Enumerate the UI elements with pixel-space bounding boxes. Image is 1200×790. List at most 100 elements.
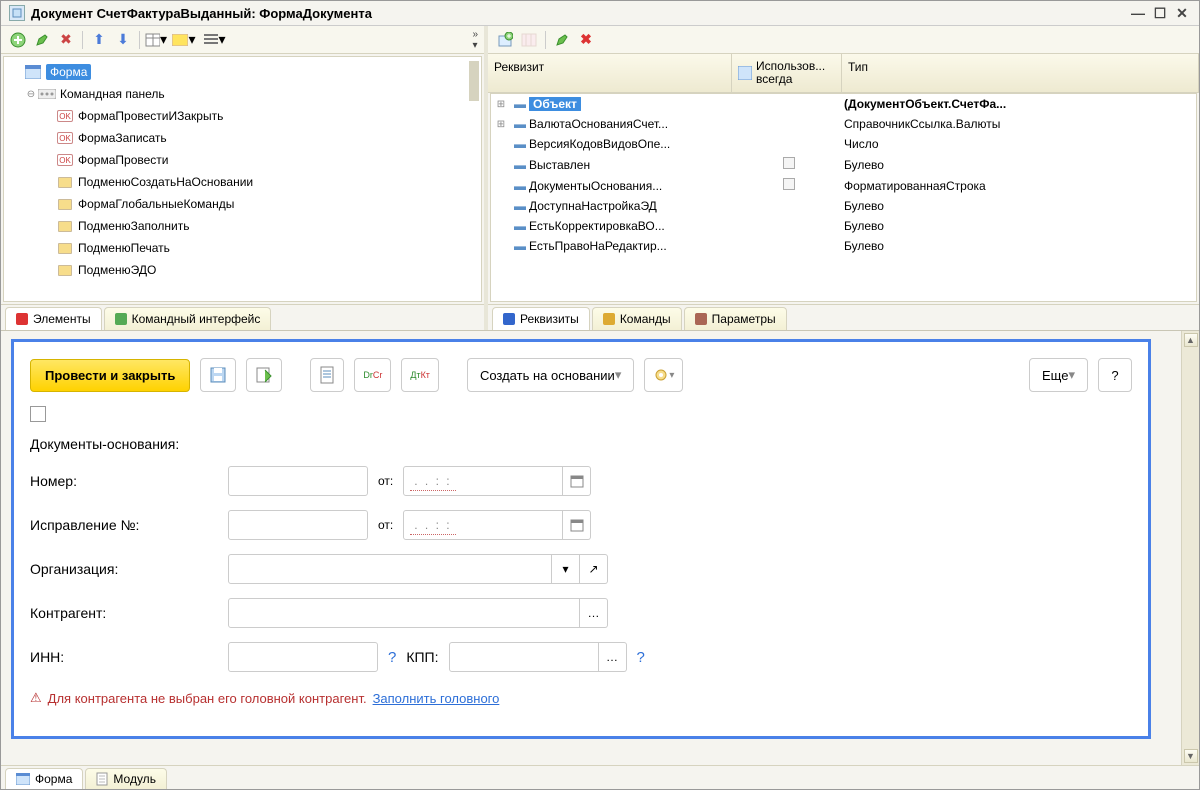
attr-use-always[interactable] [734, 157, 844, 172]
titlebar: Документ СчетФактураВыданный: ФормаДокум… [1, 1, 1199, 26]
elements-tree[interactable]: Форма ⊖ Командная панель OKФормаПровести… [3, 56, 482, 302]
edit-attr-icon[interactable] [551, 29, 573, 51]
submit-and-close-button[interactable]: Провести и закрыть [30, 359, 190, 392]
tab-module[interactable]: Модуль [85, 768, 167, 789]
ok-icon: OK [57, 154, 73, 166]
posted-checkbox[interactable] [30, 406, 46, 422]
attribute-row[interactable]: ▬ЕстьПравоНаРедактир...Булево [491, 236, 1196, 256]
col-always-use[interactable]: Использов... всегда [732, 54, 842, 92]
report-button[interactable] [310, 358, 344, 392]
attribute-row[interactable]: ⊞▬ВалютаОснованияСчет...СправочникСсылка… [491, 114, 1196, 134]
columns-icon[interactable] [518, 29, 540, 51]
expander-icon[interactable]: ⊞ [491, 99, 511, 110]
dropdown-button[interactable]: ▾ [552, 554, 580, 584]
edit-icon[interactable] [31, 29, 53, 51]
number-input[interactable] [228, 466, 368, 496]
calendar-button-2[interactable] [563, 510, 591, 540]
tree-label: ФормаГлобальныеКоманды [78, 197, 234, 211]
col-type[interactable]: Тип [842, 54, 1199, 92]
attribute-row[interactable]: ⊞▬Объект(ДокументОбъект.СчетФа... [491, 94, 1196, 114]
top-splitter: ✖ ⬆ ⬇ ▾ ▾ ▾ »▾ Форм [1, 26, 1199, 331]
highlight-icon[interactable]: ▾ [169, 29, 199, 51]
tab-form[interactable]: Форма [5, 768, 83, 789]
docs-basis-row: Документы-основания: [30, 436, 1132, 452]
tab-commands[interactable]: Команды [592, 307, 682, 330]
attribute-row[interactable]: ▬ДокументыОснования...ФорматированнаяСтр… [491, 175, 1196, 196]
tree-item[interactable]: OKФормаПровестиИЗакрыть [8, 105, 477, 127]
attributes-grid-header: Реквизит Использов... всегда Тип [488, 54, 1199, 93]
kpp-input[interactable] [449, 642, 599, 672]
dt-kt-button[interactable]: ДтКт [401, 358, 439, 392]
tree-item[interactable]: OKФормаЗаписать [8, 127, 477, 149]
settings-dropdown-button[interactable]: ▾ [644, 358, 683, 392]
delete-attr-icon[interactable]: ✖ [575, 29, 597, 51]
main-window: Документ СчетФактураВыданный: ФормаДокум… [0, 0, 1200, 790]
move-down-icon[interactable]: ⬇ [112, 29, 134, 51]
list-icon[interactable]: ▾ [201, 29, 229, 51]
attributes-grid[interactable]: ⊞▬Объект(ДокументОбъект.СчетФа...⊞▬Валют… [490, 93, 1197, 302]
organization-label: Организация: [30, 561, 218, 577]
tree-item[interactable]: ПодменюЭДО [8, 259, 477, 281]
tab-elements[interactable]: Элементы [5, 307, 102, 330]
more-button[interactable]: Еще ▾ [1029, 358, 1088, 392]
tab-command-interface[interactable]: Командный интерфейс [104, 307, 272, 330]
attr-use-always[interactable] [734, 178, 844, 193]
create-based-on-button[interactable]: Создать на основании ▾ [467, 358, 634, 392]
number-row: Номер: от: . . : : [30, 466, 1132, 496]
form-preview: Провести и закрыть DrCr ДтКт Создать на … [11, 339, 1151, 739]
checkbox-row [30, 406, 1132, 422]
inn-help-link[interactable]: ? [388, 649, 396, 666]
add-attr-icon[interactable] [494, 29, 516, 51]
counterparty-combo: … [228, 598, 608, 628]
dash-icon: ▬ [511, 158, 529, 172]
save-button[interactable] [200, 358, 236, 392]
add-icon[interactable] [7, 29, 29, 51]
tab-parameters[interactable]: Параметры [684, 307, 787, 330]
correction-label: Исправление №: [30, 517, 218, 533]
scroll-up-icon[interactable]: ▲ [1184, 333, 1198, 347]
move-up-icon[interactable]: ⬆ [88, 29, 110, 51]
col-attribute[interactable]: Реквизит [488, 54, 732, 92]
tree-item[interactable]: ПодменюЗаполнить [8, 215, 477, 237]
attribute-row[interactable]: ▬ДоступнаНастройкаЭДБулево [491, 196, 1196, 216]
attribute-row[interactable]: ▬ВерсияКодовВидовОпе...Число [491, 134, 1196, 154]
table-icon[interactable]: ▾ [145, 29, 167, 51]
expander-icon[interactable]: ⊖ [24, 89, 38, 100]
preview-scrollbar[interactable]: ▲ ▼ [1181, 331, 1199, 765]
counterparty-input[interactable] [228, 598, 580, 628]
dr-cr-button[interactable]: DrCr [354, 358, 391, 392]
kpp-select-button[interactable]: … [599, 642, 627, 672]
calendar-icon [570, 518, 584, 532]
counterparty-row: Контрагент: … [30, 598, 1132, 628]
tree-item[interactable]: ФормаГлобальныеКоманды [8, 193, 477, 215]
tree-command-panel[interactable]: ⊖ Командная панель [8, 83, 477, 105]
tree-item[interactable]: OKФормаПровести [8, 149, 477, 171]
tree-root-form[interactable]: Форма [8, 61, 477, 83]
post-icon [255, 366, 273, 384]
scroll-down-icon[interactable]: ▼ [1184, 749, 1198, 763]
maximize-button[interactable]: ☐ [1151, 5, 1169, 21]
fill-parent-link[interactable]: Заполнить головного [373, 691, 500, 706]
minimize-button[interactable]: — [1129, 5, 1147, 21]
ok-icon: OK [57, 110, 73, 122]
tree-item[interactable]: ПодменюПечать [8, 237, 477, 259]
close-button[interactable]: ✕ [1173, 5, 1191, 21]
delete-icon[interactable]: ✖ [55, 29, 77, 51]
correction-input[interactable] [228, 510, 368, 540]
attribute-row[interactable]: ▬ВыставленБулево [491, 154, 1196, 175]
window-title: Документ СчетФактураВыданный: ФормаДокум… [31, 6, 372, 21]
toolbar-more-icon[interactable]: »▾ [472, 29, 478, 51]
tab-attributes[interactable]: Реквизиты [492, 307, 590, 330]
open-button[interactable]: ↗ [580, 554, 608, 584]
select-button[interactable]: … [580, 598, 608, 628]
inn-input[interactable] [228, 642, 378, 672]
calendar-button[interactable] [563, 466, 591, 496]
tree-label: Форма [46, 64, 91, 80]
kpp-help-link[interactable]: ? [637, 649, 645, 666]
organization-input[interactable] [228, 554, 552, 584]
help-button[interactable]: ? [1098, 358, 1132, 392]
post-button[interactable] [246, 358, 282, 392]
attribute-row[interactable]: ▬ЕстьКорректировкаВО...Булево [491, 216, 1196, 236]
tree-item[interactable]: ПодменюСоздатьНаОсновании [8, 171, 477, 193]
expander-icon[interactable]: ⊞ [491, 119, 511, 130]
